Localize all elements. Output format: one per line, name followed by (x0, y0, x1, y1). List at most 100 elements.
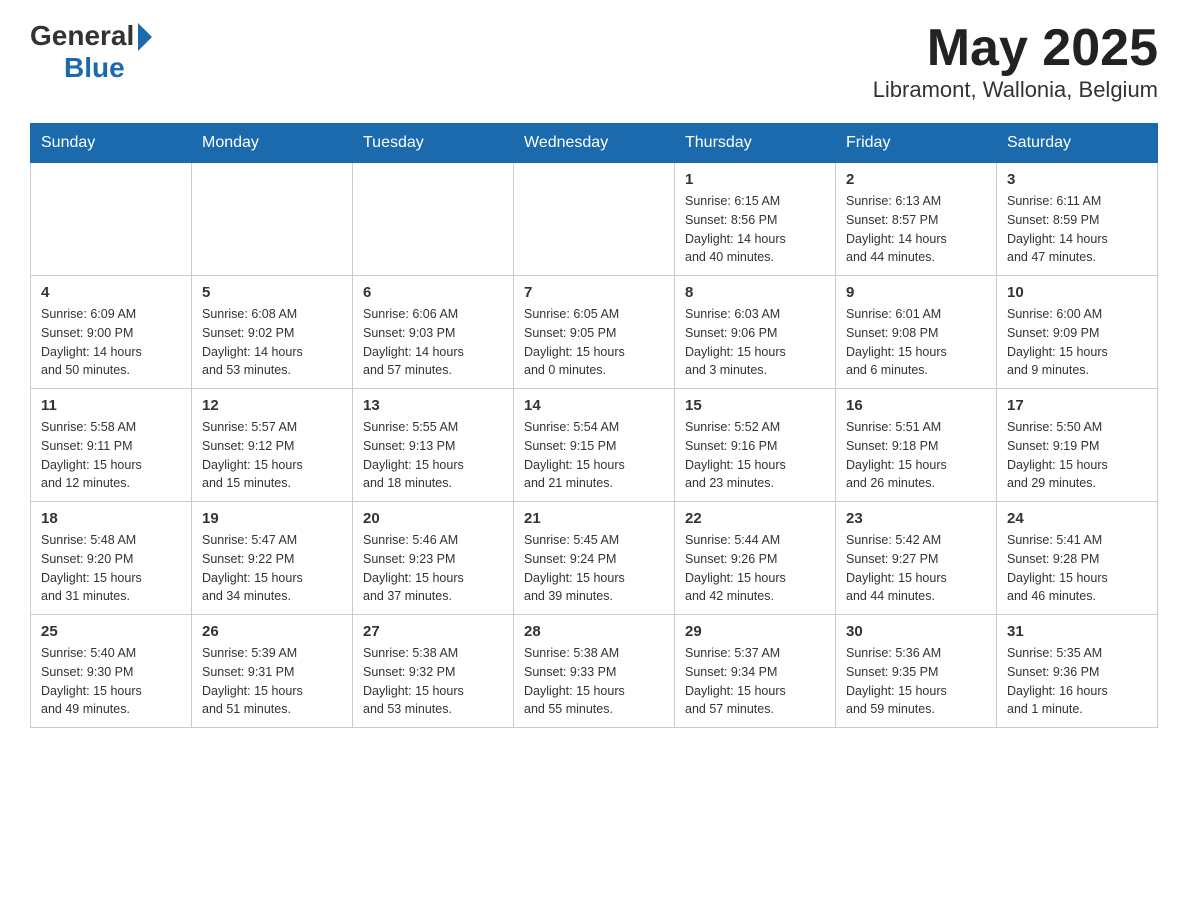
day-info: Sunrise: 5:42 AMSunset: 9:27 PMDaylight:… (846, 531, 986, 606)
col-thursday: Thursday (675, 124, 836, 163)
calendar-body: 1 Sunrise: 6:15 AMSunset: 8:56 PMDaylight… (31, 163, 1158, 728)
day-info: Sunrise: 6:06 AMSunset: 9:03 PMDaylight:… (363, 305, 503, 380)
calendar-cell: 22 Sunrise: 5:44 AMSunset: 9:26 PMDayligh… (675, 502, 836, 615)
calendar-cell: 11 Sunrise: 5:58 AMSunset: 9:11 PMDayligh… (31, 389, 192, 502)
day-number: 2 (846, 171, 986, 188)
day-number: 20 (363, 510, 503, 527)
day-info: Sunrise: 6:01 AMSunset: 9:08 PMDaylight:… (846, 305, 986, 380)
calendar-cell: 2Sunrise: 6:13 AMSunset: 8:57 PMDaylight… (836, 163, 997, 276)
calendar-week-row: 18Sunrise: 5:48 AMSunset: 9:20 PMDayligh… (31, 502, 1158, 615)
calendar-header-row: Sunday Monday Tuesday Wednesday Thursday… (31, 124, 1158, 163)
day-info: Sunrise: 5:45 AMSunset: 9:24 PMDaylight:… (524, 531, 664, 606)
day-number: 18 (41, 510, 181, 527)
calendar-cell (31, 163, 192, 276)
calendar-cell: 3Sunrise: 6:11 AMSunset: 8:59 PMDaylight… (997, 163, 1158, 276)
day-info: Sunrise: 6:00 AMSunset: 9:09 PMDaylight:… (1007, 305, 1147, 380)
month-title: May 2025 (873, 20, 1158, 77)
day-number: 10 (1007, 284, 1147, 301)
day-info: Sunrise: 5:40 AMSunset: 9:30 PMDaylight:… (41, 644, 181, 719)
calendar-cell: 30 Sunrise: 5:36 AMSunset: 9:35 PMDayligh… (836, 615, 997, 728)
calendar-cell: 19Sunrise: 5:47 AMSunset: 9:22 PMDayligh… (192, 502, 353, 615)
day-info: Sunrise: 6:09 AMSunset: 9:00 PMDaylight:… (41, 305, 181, 380)
day-info: Sunrise: 6:11 AMSunset: 8:59 PMDaylight:… (1007, 192, 1147, 267)
day-number: 23 (846, 510, 986, 527)
day-number: 7 (524, 284, 664, 301)
col-saturday: Saturday (997, 124, 1158, 163)
day-info: Sunrise: 6:15 AMSunset: 8:56 PMDaylight:… (685, 192, 825, 267)
calendar-cell: 17Sunrise: 5:50 AMSunset: 9:19 PMDayligh… (997, 389, 1158, 502)
calendar-week-row: 25Sunrise: 5:40 AMSunset: 9:30 PMDayligh… (31, 615, 1158, 728)
calendar-cell: 14 Sunrise: 5:54 AMSunset: 9:15 PMDayligh… (514, 389, 675, 502)
calendar-cell: 4 Sunrise: 6:09 AMSunset: 9:00 PMDaylight… (31, 276, 192, 389)
day-number: 31 (1007, 623, 1147, 640)
day-info: Sunrise: 5:58 AMSunset: 9:11 PMDaylight:… (41, 418, 181, 493)
calendar-cell (514, 163, 675, 276)
calendar-week-row: 1 Sunrise: 6:15 AMSunset: 8:56 PMDaylight… (31, 163, 1158, 276)
logo-blue-text: Blue (64, 52, 125, 84)
calendar-week-row: 11 Sunrise: 5:58 AMSunset: 9:11 PMDayligh… (31, 389, 1158, 502)
day-number: 30 (846, 623, 986, 640)
day-info: Sunrise: 6:08 AMSunset: 9:02 PMDaylight:… (202, 305, 342, 380)
day-info: Sunrise: 5:36 AMSunset: 9:35 PMDaylight:… (846, 644, 986, 719)
day-number: 14 (524, 397, 664, 414)
calendar-cell: 16Sunrise: 5:51 AMSunset: 9:18 PMDayligh… (836, 389, 997, 502)
calendar-cell: 31Sunrise: 5:35 AMSunset: 9:36 PMDayligh… (997, 615, 1158, 728)
day-info: Sunrise: 5:39 AMSunset: 9:31 PMDaylight:… (202, 644, 342, 719)
day-number: 29 (685, 623, 825, 640)
calendar-cell: 29Sunrise: 5:37 AMSunset: 9:34 PMDayligh… (675, 615, 836, 728)
day-info: Sunrise: 5:38 AMSunset: 9:32 PMDaylight:… (363, 644, 503, 719)
day-info: Sunrise: 6:05 AMSunset: 9:05 PMDaylight:… (524, 305, 664, 380)
day-info: Sunrise: 5:50 AMSunset: 9:19 PMDaylight:… (1007, 418, 1147, 493)
calendar-cell: 7 Sunrise: 6:05 AMSunset: 9:05 PMDaylight… (514, 276, 675, 389)
calendar-cell (353, 163, 514, 276)
calendar-cell: 6 Sunrise: 6:06 AMSunset: 9:03 PMDaylight… (353, 276, 514, 389)
day-number: 8 (685, 284, 825, 301)
day-info: Sunrise: 6:03 AMSunset: 9:06 PMDaylight:… (685, 305, 825, 380)
day-number: 12 (202, 397, 342, 414)
day-info: Sunrise: 5:54 AMSunset: 9:15 PMDaylight:… (524, 418, 664, 493)
day-number: 11 (41, 397, 181, 414)
calendar-cell: 21Sunrise: 5:45 AMSunset: 9:24 PMDayligh… (514, 502, 675, 615)
calendar-cell: 5 Sunrise: 6:08 AMSunset: 9:02 PMDaylight… (192, 276, 353, 389)
calendar-cell: 20 Sunrise: 5:46 AMSunset: 9:23 PMDayligh… (353, 502, 514, 615)
calendar-cell: 10 Sunrise: 6:00 AMSunset: 9:09 PMDayligh… (997, 276, 1158, 389)
day-number: 22 (685, 510, 825, 527)
day-number: 6 (363, 284, 503, 301)
logo: General Blue (30, 20, 152, 84)
day-number: 28 (524, 623, 664, 640)
day-number: 9 (846, 284, 986, 301)
logo-general-text: General (30, 20, 134, 52)
calendar-cell: 23 Sunrise: 5:42 AMSunset: 9:27 PMDayligh… (836, 502, 997, 615)
calendar-cell: 1 Sunrise: 6:15 AMSunset: 8:56 PMDaylight… (675, 163, 836, 276)
col-sunday: Sunday (31, 124, 192, 163)
calendar-cell: 12Sunrise: 5:57 AMSunset: 9:12 PMDayligh… (192, 389, 353, 502)
calendar-cell: 26 Sunrise: 5:39 AMSunset: 9:31 PMDayligh… (192, 615, 353, 728)
day-info: Sunrise: 5:44 AMSunset: 9:26 PMDaylight:… (685, 531, 825, 606)
calendar-cell: 15Sunrise: 5:52 AMSunset: 9:16 PMDayligh… (675, 389, 836, 502)
day-number: 19 (202, 510, 342, 527)
day-info: Sunrise: 5:38 AMSunset: 9:33 PMDaylight:… (524, 644, 664, 719)
calendar-cell: 13 Sunrise: 5:55 AMSunset: 9:13 PMDayligh… (353, 389, 514, 502)
day-number: 24 (1007, 510, 1147, 527)
calendar-cell: 8 Sunrise: 6:03 AMSunset: 9:06 PMDaylight… (675, 276, 836, 389)
day-number: 1 (685, 171, 825, 188)
calendar-cell: 18Sunrise: 5:48 AMSunset: 9:20 PMDayligh… (31, 502, 192, 615)
day-number: 15 (685, 397, 825, 414)
day-info: Sunrise: 5:46 AMSunset: 9:23 PMDaylight:… (363, 531, 503, 606)
day-number: 4 (41, 284, 181, 301)
calendar-cell (192, 163, 353, 276)
col-monday: Monday (192, 124, 353, 163)
day-number: 5 (202, 284, 342, 301)
title-section: May 2025 Libramont, Wallonia, Belgium (873, 20, 1158, 103)
calendar-table: Sunday Monday Tuesday Wednesday Thursday… (30, 123, 1158, 728)
col-tuesday: Tuesday (353, 124, 514, 163)
calendar-cell: 9 Sunrise: 6:01 AMSunset: 9:08 PMDaylight… (836, 276, 997, 389)
day-number: 27 (363, 623, 503, 640)
day-number: 26 (202, 623, 342, 640)
day-info: Sunrise: 5:51 AMSunset: 9:18 PMDaylight:… (846, 418, 986, 493)
day-info: Sunrise: 5:55 AMSunset: 9:13 PMDaylight:… (363, 418, 503, 493)
day-number: 13 (363, 397, 503, 414)
calendar-cell: 28 Sunrise: 5:38 AMSunset: 9:33 PMDayligh… (514, 615, 675, 728)
calendar-week-row: 4 Sunrise: 6:09 AMSunset: 9:00 PMDaylight… (31, 276, 1158, 389)
calendar-cell: 27 Sunrise: 5:38 AMSunset: 9:32 PMDayligh… (353, 615, 514, 728)
